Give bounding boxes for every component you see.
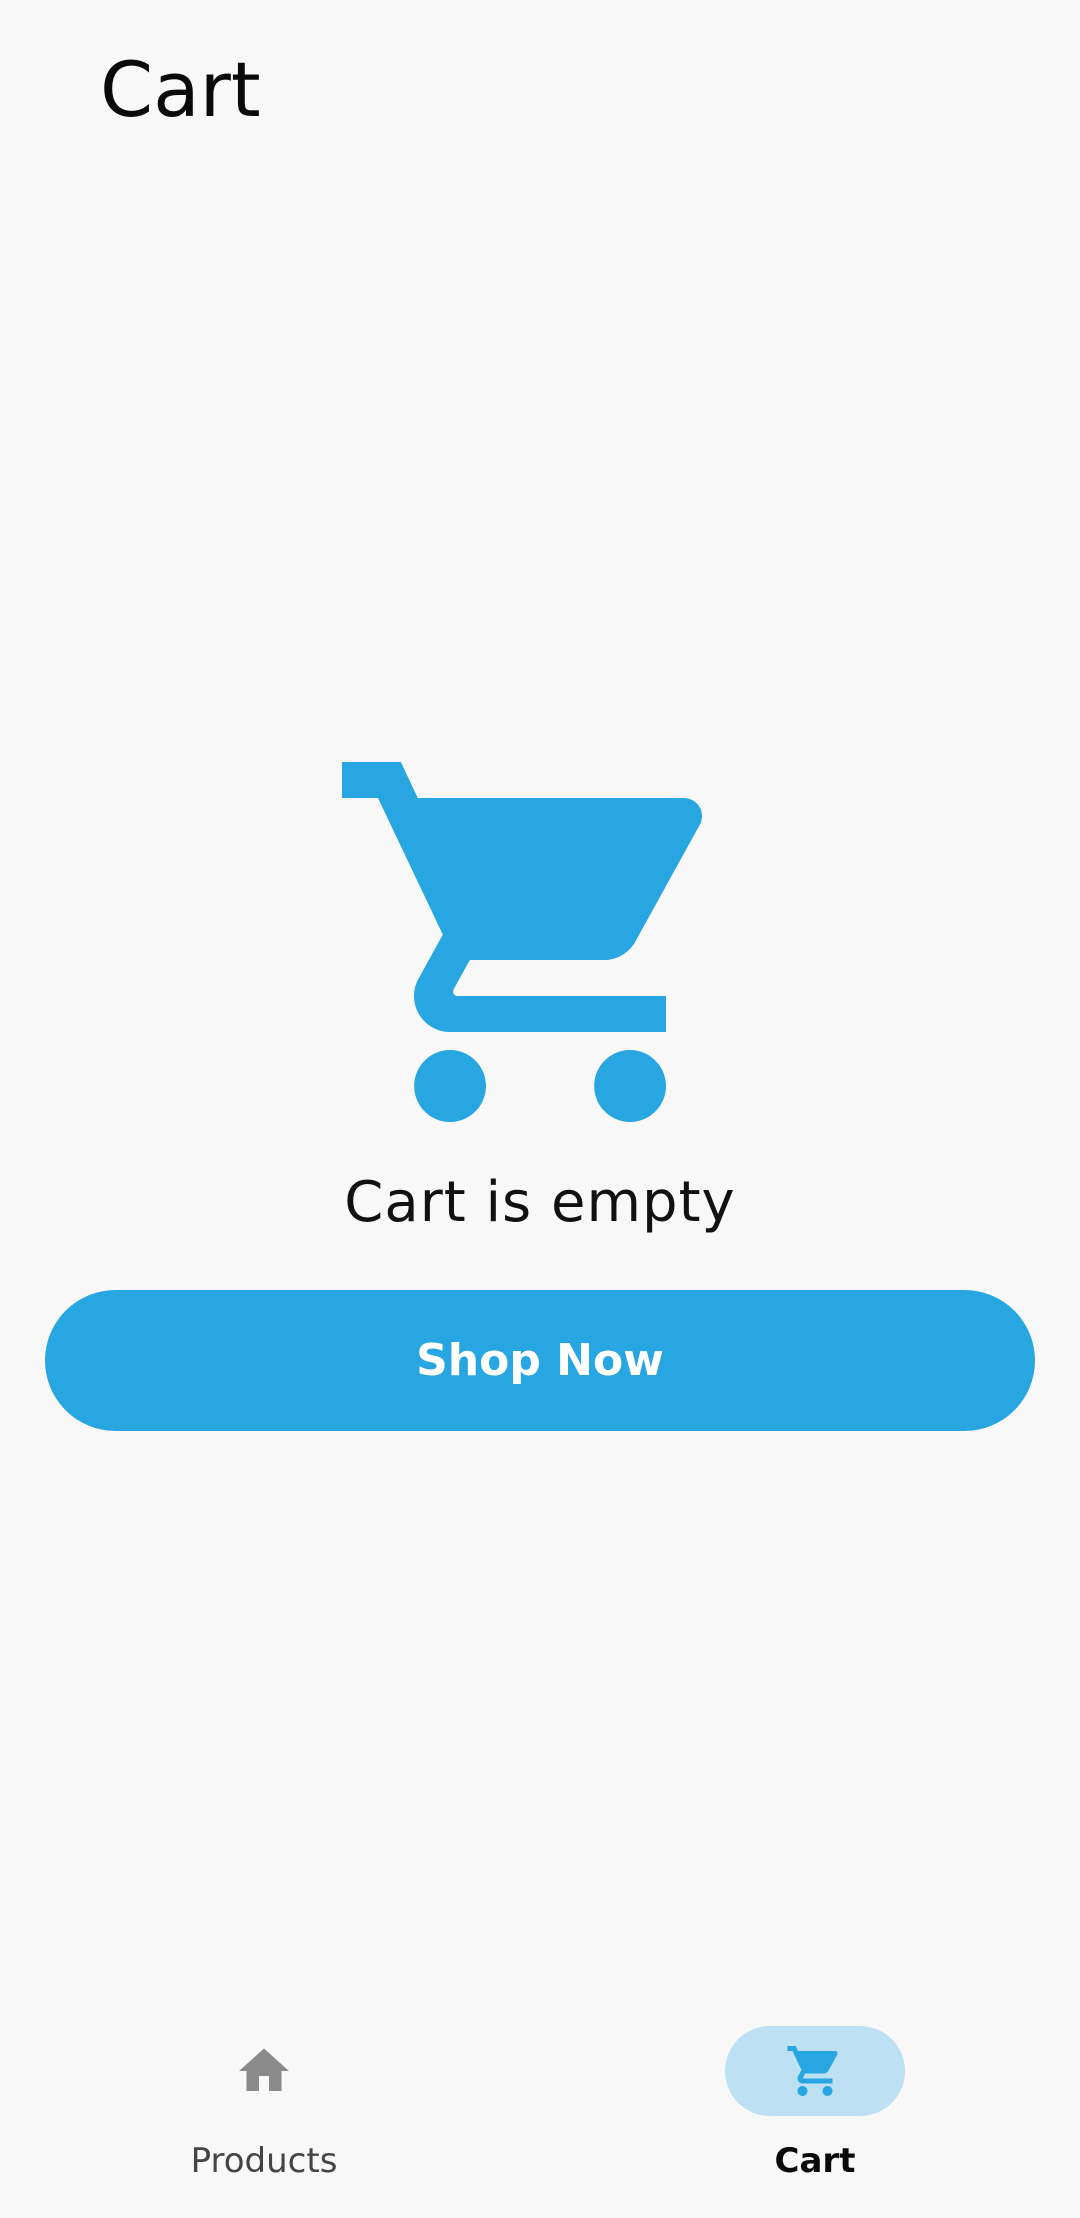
nav-products-icon-container <box>174 2026 354 2116</box>
nav-label-products: Products <box>190 2141 338 2181</box>
page-title: Cart <box>100 45 261 134</box>
empty-cart-message: Cart is empty <box>344 1170 736 1235</box>
bottom-navigation: Products Cart <box>0 1990 1080 2218</box>
shopping-cart-icon <box>342 762 703 1122</box>
nav-label-cart: Cart <box>774 2141 856 2181</box>
nav-item-products[interactable]: Products <box>114 2026 414 2186</box>
nav-item-cart[interactable]: Cart <box>665 2026 965 2186</box>
shop-now-button[interactable]: Shop Now <box>45 1290 1035 1431</box>
nav-cart-active-indicator <box>725 2026 905 2116</box>
shopping-cart-icon <box>787 2046 838 2096</box>
home-icon <box>239 2048 289 2091</box>
